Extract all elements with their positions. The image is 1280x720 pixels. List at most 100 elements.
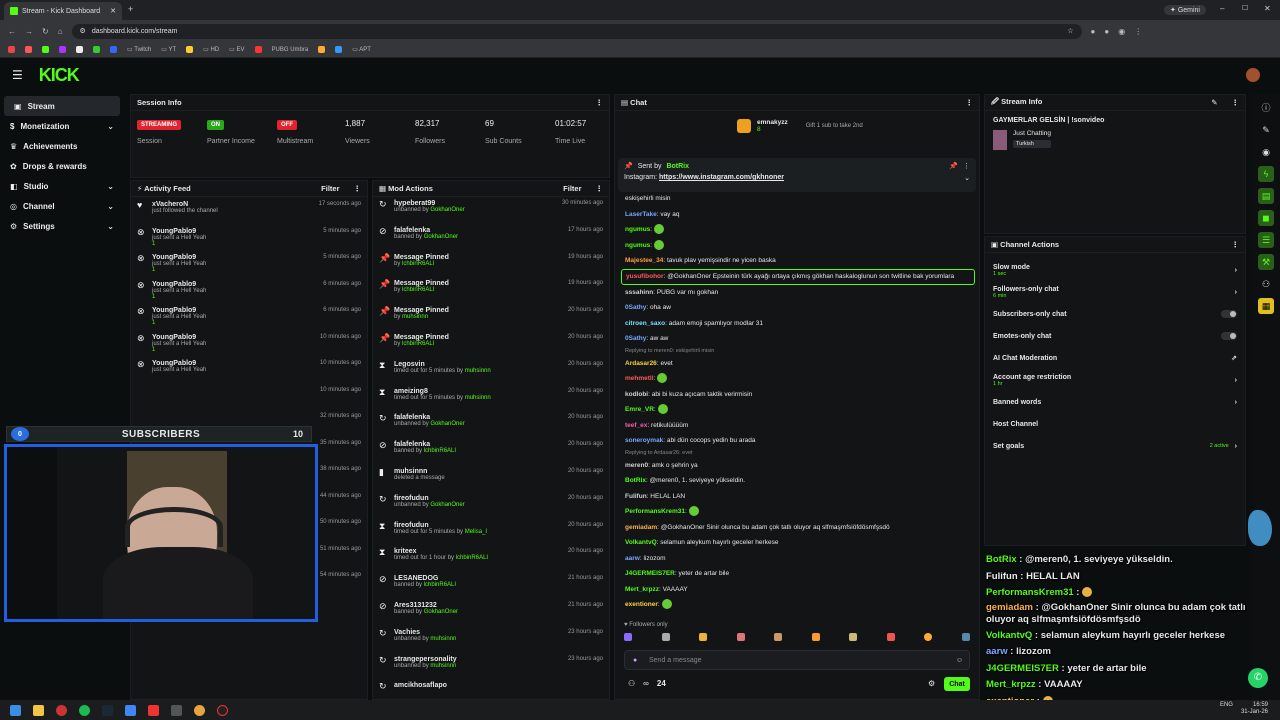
chat-username[interactable]: teef_ex [625,422,647,429]
mod-action-by[interactable]: muhsinnn [465,368,491,374]
mod-action-by[interactable]: Melisa_I [465,529,487,535]
home-icon[interactable]: ⌂ [58,27,63,36]
chat-username[interactable]: Mert_krpzz [625,586,659,593]
mod-action-target[interactable]: Message Pinned [394,334,449,341]
extensions-icon[interactable]: ● [1091,27,1096,36]
mod-action-by[interactable]: muhsinnn [430,636,456,642]
users-icon[interactable]: ⚇ [628,679,635,688]
edit-icon[interactable]: ✎ [1211,98,1217,107]
activity-row[interactable]: ⊗ YoungPablo9 just sent a Hell Yeah 1 6 minu… [131,303,367,330]
mod-action-row[interactable]: ⧗ fireofudun timed out for 5 minutes by Me… [373,519,609,546]
off-badge[interactable]: OFF [277,120,297,130]
chat-message[interactable]: sssahinn: PUBG var mı gokhan [615,285,979,301]
mod-action-row[interactable]: ⧗ ameizing8 timed out for 5 minutes by muh… [373,385,609,412]
chat-message[interactable]: 0Sathy: oha aw [615,300,979,316]
chat-message[interactable]: VolkantvQ: selamun aleykum hayırlı gecel… [615,535,979,551]
mod-action-by[interactable]: muhsinnn [465,395,491,401]
app-icon[interactable] [125,704,136,716]
mod-action-target[interactable]: falafelenka [394,227,458,234]
site-info-icon[interactable]: ⚙ [80,27,86,35]
chat-message[interactable]: Majestee_34: tavuk plav yemişsindir ne y… [615,253,979,269]
bookmark-folder[interactable]: ▭ EV [229,46,244,53]
hamburger-menu-icon[interactable]: ☰ [12,68,23,82]
mod-action-row[interactable]: ⊘ LESANEDOG banned by lchbinR6ALI 21 hours … [373,572,609,599]
chat-message[interactable]: J4GERMEIS7ER: yeter de artar bile [615,566,979,582]
chat-username[interactable]: aarw [625,555,640,562]
browser-tab[interactable]: Stream - Kick Dashboard ✕ [4,2,122,20]
mod-action-by[interactable]: muhsinnn [402,314,428,320]
mod-action-row[interactable]: 📌 Message Pinned by lchbinR6ALI 20 hours ag… [373,331,609,358]
mod-action-target[interactable]: Legosvin [394,361,491,368]
emote-icon[interactable] [886,633,895,641]
activity-user[interactable]: YoungPablo9 [152,334,206,341]
chat-username[interactable]: meren0 [625,462,648,469]
user-avatar[interactable] [1246,68,1260,82]
chat-message[interactable]: ngumus: [615,222,979,238]
emote-icon[interactable] [661,633,670,641]
emote-icon[interactable] [624,633,632,641]
app-icon[interactable] [171,704,182,716]
app-icon[interactable] [148,704,159,716]
sidebar-item-monetization[interactable]: $ Monetization ⌄ [0,116,124,136]
lightning-icon[interactable]: ϟ [1258,166,1274,182]
chat-username[interactable]: PerformansKrem31 [625,508,685,515]
channel-action-row[interactable]: AI Chat Moderation ⇗ [985,347,1245,369]
on-badge[interactable]: ON [207,120,224,130]
filter-button[interactable]: Filter [321,184,339,193]
mod-action-row[interactable]: ⊘ falafelenka banned by lchbinR6ALI 20 hour… [373,438,609,465]
chat-username[interactable]: yusufibohor [626,273,664,280]
kick-logo[interactable]: KICK [39,65,80,86]
mod-action-by[interactable]: muhsinnn [430,663,456,669]
chat-input[interactable]: ● Send a message ☺ [624,650,970,670]
chat-message[interactable]: eskişehirli misin [615,191,979,207]
more-icon[interactable]: ⋮ [1232,98,1240,107]
chat-username[interactable]: ngumus [625,226,650,233]
chat-username[interactable]: kodlobi [625,391,648,398]
chat-username[interactable]: exentioner [625,601,658,608]
activity-user[interactable]: YoungPablo9 [152,254,206,261]
app-icon[interactable] [56,704,67,716]
channel-action-row[interactable]: Slow mode 1 sec › [985,259,1245,281]
mod-action-row[interactable]: ▮ muhsinnn deleted a message 20 hours ago [373,465,609,492]
bookmark-icon[interactable] [76,46,83,53]
chat-username[interactable]: BotRix [625,477,646,484]
activity-row[interactable]: 10 minutes ago [131,383,367,410]
mod-action-target[interactable]: falafelenka [394,414,465,421]
chat-username[interactable]: Emre_VR [625,406,654,413]
chevron-down-icon[interactable]: ⌄ [964,174,970,182]
calculator-icon[interactable]: ▦ [1258,298,1274,314]
windows-start-icon[interactable] [10,704,21,716]
sidebar-item-achievements[interactable]: ♛ Achievements [0,136,124,156]
bookmark-folder[interactable]: ▭ Twitch [127,46,151,53]
mod-action-row[interactable]: ⧗ Legosvin timed out for 5 minutes by muhs… [373,358,609,385]
mod-action-target[interactable]: ameizing8 [394,388,491,395]
chat-username[interactable]: Fulifun [625,493,647,500]
pencil-icon[interactable]: ✎ [1258,122,1274,138]
chat-message[interactable]: yusufibohor: @GokhanOner Epsteinin türk … [621,268,975,285]
activity-user[interactable]: YoungPablo9 [152,281,206,288]
file-explorer-icon[interactable] [33,704,44,716]
chat-message[interactable]: PerformansKrem31: [615,504,979,520]
mod-action-by[interactable]: GokhanOner [424,609,458,615]
channel-action-row[interactable]: Host Channel [985,413,1245,435]
channel-action-row[interactable]: Banned words › [985,391,1245,413]
mod-action-by[interactable]: lchbinR6ALI [402,341,434,347]
chevron-right-icon[interactable]: › [1235,443,1237,450]
chat-username[interactable]: Majestee_34 [625,257,663,264]
mod-action-by[interactable]: lchbinR6ALI [402,261,434,267]
mod-action-by[interactable]: lchbinR6ALI [402,287,434,293]
chat-message[interactable]: Fulifun: HELAL LAN [615,489,979,505]
activity-row[interactable]: ⊗ YoungPablo9 just sent a Hell Yeah 1 5 minu… [131,250,367,277]
chat-message[interactable]: kodlobi: abi bi kuza açıcam taktik verir… [615,387,979,403]
unpin-icon[interactable]: 📌 [949,162,958,170]
mod-action-target[interactable]: Message Pinned [394,254,449,261]
chevron-right-icon[interactable]: › [1235,289,1237,296]
mod-action-row[interactable]: ↻ amcikhosaflapo [373,679,609,699]
bookmark-icon[interactable] [318,46,326,53]
link-icon[interactable]: ∞ [643,679,649,688]
chat-message[interactable]: Replying to Ardasar26: evet [615,449,979,458]
mod-action-target[interactable]: fireofudun [394,522,487,529]
mod-action-by[interactable]: lchbinR6ALI [456,555,488,561]
gift-cta[interactable]: Gift 1 sub to take 2nd [806,123,863,129]
new-tab-icon[interactable]: + [128,4,133,14]
